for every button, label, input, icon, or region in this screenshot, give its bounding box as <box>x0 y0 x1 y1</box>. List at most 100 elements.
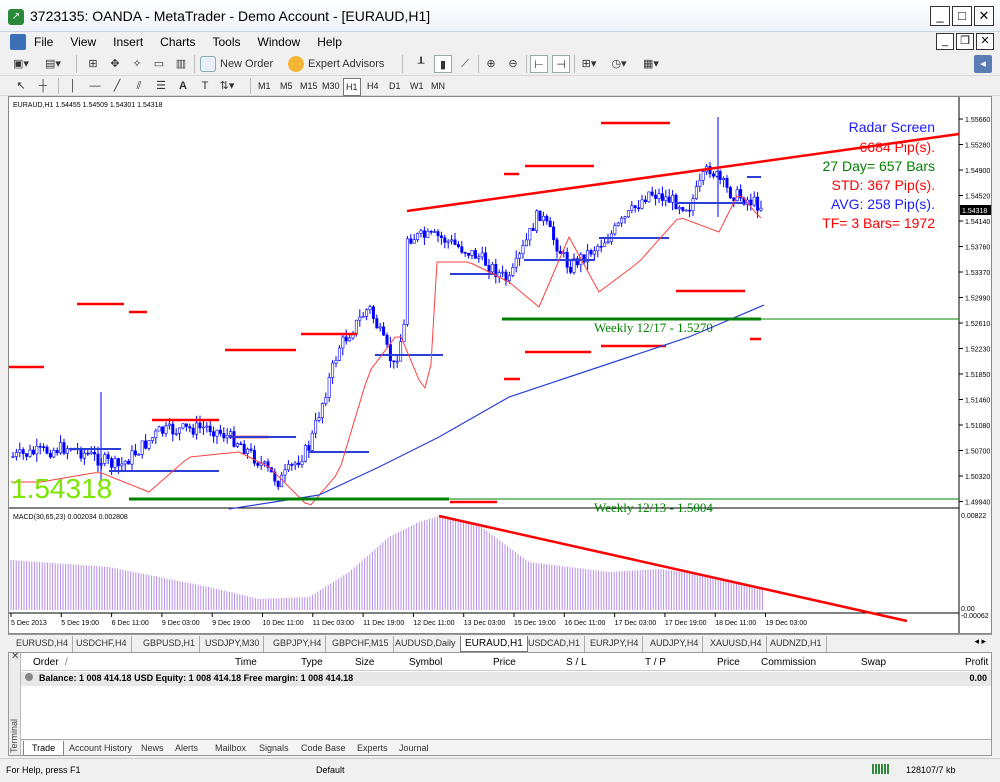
status-profile[interactable]: Default <box>316 765 345 775</box>
bar-chart-icon[interactable]: ┸ <box>412 55 430 73</box>
candle-body <box>215 429 219 437</box>
chart-tab-audjpy-h4[interactable]: AUDJPY,H4 <box>646 636 704 652</box>
chart-tab-eurusd-h4[interactable]: EURUSD,H4 <box>12 636 74 652</box>
tab-scroll-arrows[interactable]: ◂ ▸ <box>974 636 986 647</box>
close-button[interactable]: ✕ <box>974 6 994 26</box>
periods-icon[interactable]: ◷▾ <box>610 55 628 73</box>
expert-advisors-button[interactable]: Expert Advisors <box>288 55 384 73</box>
col-sl[interactable]: S / L <box>566 657 587 668</box>
timeframe-m30[interactable]: M30 <box>322 78 340 94</box>
col-tp[interactable]: T / P <box>645 657 666 668</box>
text-label-icon[interactable]: T <box>196 77 214 95</box>
vertical-line-icon[interactable]: │ <box>64 77 82 95</box>
col-profit[interactable]: Profit <box>965 657 988 668</box>
zoom-out-icon[interactable]: ⊖ <box>504 55 522 73</box>
child-minimize-button[interactable]: _ <box>936 33 954 50</box>
chart-tab-gbpchf-m15[interactable]: GBPCHF,M15 <box>328 636 394 652</box>
chart-tab-eurjpy-h4[interactable]: EURJPY,H4 <box>586 636 644 652</box>
chart-tab-xauusd-h4[interactable]: XAUUSD,H4 <box>706 636 767 652</box>
candle-body <box>552 226 556 240</box>
terminal-tab-alerts[interactable]: Alerts <box>175 741 198 755</box>
chart-tabs: EURUSD,H4 USDCHF,H4 GBPUSD,H1 USDJPY,M30… <box>8 634 992 652</box>
line-chart-icon[interactable]: ⟋ <box>456 55 474 73</box>
profiles-icon[interactable]: ▤▾ <box>44 55 62 73</box>
price-chart[interactable]: EURAUD,H1 1.54455 1.54509 1.54301 1.5431… <box>9 97 991 633</box>
col-order[interactable]: Order <box>33 657 59 668</box>
child-close-button[interactable]: ✕ <box>976 33 994 50</box>
menu-view[interactable]: View <box>70 35 96 49</box>
terminal-tab-mailbox[interactable]: Mailbox <box>215 741 246 755</box>
text-icon[interactable]: A <box>174 77 192 95</box>
col-time[interactable]: Time <box>235 657 257 668</box>
price-axis: 1.55660 1.55280 1.54900 1.54520 1.54140 1.537… <box>959 117 990 507</box>
trendline-icon[interactable]: ╱ <box>108 77 126 95</box>
chart-shift-icon[interactable]: ⊣ <box>552 55 570 73</box>
col-commission[interactable]: Commission <box>761 657 816 668</box>
timeframe-w1[interactable]: W1 <box>410 78 424 94</box>
new-order-button[interactable]: New Order <box>200 55 273 73</box>
col-price-current[interactable]: Price <box>717 657 740 668</box>
channel-icon[interactable]: ⫽ <box>130 77 148 95</box>
minimize-button[interactable]: _ <box>930 6 950 26</box>
terminal-tab-code-base[interactable]: Code Base <box>301 741 346 755</box>
candle-body <box>433 231 437 233</box>
menu-insert[interactable]: Insert <box>113 35 143 49</box>
menu-charts[interactable]: Charts <box>160 35 195 49</box>
panel-toggle-icon[interactable]: ◂ <box>974 55 992 73</box>
chart-tab-euraud-h1[interactable]: EURAUD,H1 <box>460 636 528 652</box>
child-restore-button[interactable]: ❐ <box>956 33 974 50</box>
new-chart-icon[interactable]: ▣▾ <box>12 55 30 73</box>
menu-help[interactable]: Help <box>317 35 342 49</box>
menu-tools[interactable]: Tools <box>213 35 241 49</box>
col-type[interactable]: Type <box>301 657 323 668</box>
fibonacci-icon[interactable]: ☰ <box>152 77 170 95</box>
zoom-in-icon[interactable]: ⊕ <box>482 55 500 73</box>
chart-tab-usdcad-h1[interactable]: USDCAD,H1 <box>524 636 586 652</box>
timeframe-h1[interactable]: H1 <box>343 78 361 96</box>
candle-body <box>86 452 90 455</box>
crosshair-icon[interactable]: ┼ <box>34 77 52 95</box>
maximize-button[interactable]: □ <box>952 6 972 26</box>
indicators-icon[interactable]: ⊞▾ <box>580 55 598 73</box>
terminal-icon[interactable]: ▭ <box>150 55 168 73</box>
menu-window[interactable]: Window <box>258 35 301 49</box>
market-watch-icon[interactable]: ⊞ <box>84 55 102 73</box>
menu-file[interactable]: File <box>34 35 53 49</box>
terminal-tab-trade[interactable]: Trade <box>23 741 65 756</box>
chart-tab-usdjpy-m30[interactable]: USDJPY,M30 <box>201 636 265 652</box>
templates-icon[interactable]: ▦▾ <box>642 55 660 73</box>
col-symbol[interactable]: Symbol <box>409 657 442 668</box>
col-size[interactable]: Size <box>355 657 374 668</box>
chart-window[interactable]: EURAUD,H1 1.54455 1.54509 1.54301 1.5431… <box>8 96 992 634</box>
horizontal-line-icon[interactable]: — <box>86 77 104 95</box>
terminal-tab-signals[interactable]: Signals <box>259 741 289 755</box>
col-swap[interactable]: Swap <box>861 657 886 668</box>
timeframe-h4[interactable]: H4 <box>367 78 379 94</box>
candlestick-icon[interactable]: ▮ <box>434 55 452 73</box>
arrows-icon[interactable]: ⇅▾ <box>218 77 236 95</box>
timeframe-m15[interactable]: M15 <box>300 78 318 94</box>
navigator-icon[interactable]: ✧ <box>128 55 146 73</box>
col-price[interactable]: Price <box>493 657 516 668</box>
timeframe-mn[interactable]: MN <box>431 78 445 94</box>
terminal-tab-journal[interactable]: Journal <box>399 741 429 755</box>
terminal-tab-news[interactable]: News <box>141 741 164 755</box>
timeframe-m1[interactable]: M1 <box>258 78 271 94</box>
chart-tab-audnzd-h1[interactable]: AUDNZD,H1 <box>766 636 827 652</box>
strategy-tester-icon[interactable]: ▥ <box>172 55 190 73</box>
terminal-close-icon[interactable]: ✕ <box>11 651 19 662</box>
terminal-tab-account-history[interactable]: Account History <box>69 741 132 755</box>
chart-tab-audusd-daily[interactable]: AUDUSD,Daily <box>391 636 461 652</box>
chart-tab-gbpjpy-h4[interactable]: GBPJPY,H4 <box>269 636 327 652</box>
timeframe-d1[interactable]: D1 <box>389 78 401 94</box>
candle-body <box>722 177 726 180</box>
balance-row[interactable]: Balance: 1 008 414.18 USD Equity: 1 008 … <box>21 672 991 686</box>
data-window-icon[interactable]: ✥ <box>106 55 124 73</box>
candle-body <box>25 453 29 457</box>
cursor-icon[interactable]: ↖ <box>12 77 30 95</box>
timeframe-m5[interactable]: M5 <box>280 78 293 94</box>
terminal-tab-experts[interactable]: Experts <box>357 741 388 755</box>
chart-tab-gbpusd-h1[interactable]: GBPUSD,H1 <box>139 636 201 652</box>
chart-tab-usdchf-h4[interactable]: USDCHF,H4 <box>72 636 132 652</box>
autoscroll-icon[interactable]: ⊢ <box>530 55 548 73</box>
